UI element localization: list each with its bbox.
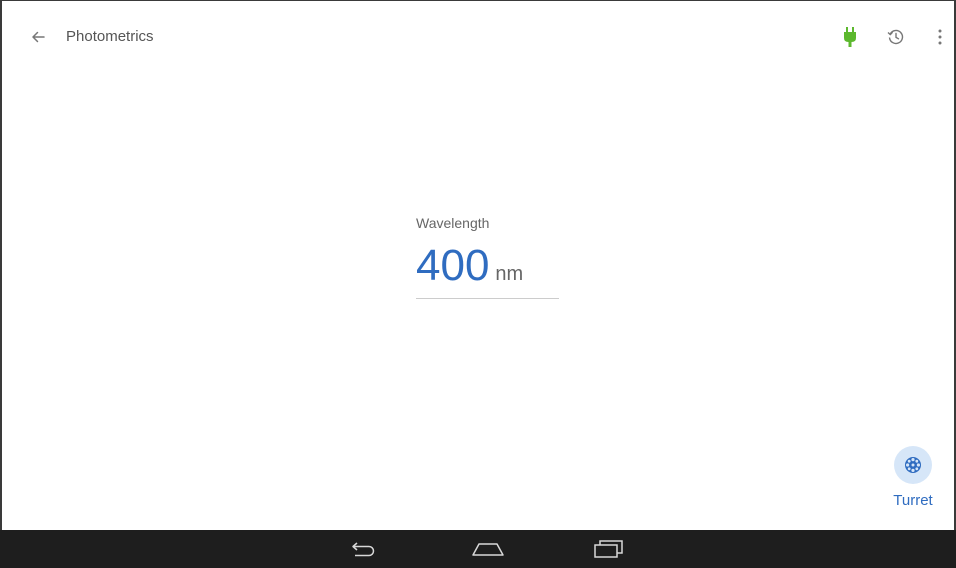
power-button[interactable]	[838, 23, 862, 51]
nav-recents-button[interactable]	[588, 536, 628, 562]
home-nav-icon	[472, 543, 504, 556]
power-plug-icon	[844, 27, 856, 47]
screen: Photometrics Wavelength 400 nm Turret	[0, 0, 956, 568]
arrow-left-icon	[32, 31, 45, 43]
back-nav-icon	[352, 542, 375, 557]
page-title: Photometrics	[66, 28, 154, 45]
wavelength-unit: nm	[495, 263, 524, 285]
turret-button[interactable]: Turret	[888, 446, 944, 516]
wavelength-field[interactable]: 400 nm	[416, 240, 523, 292]
wavelength-value[interactable]: 400	[416, 240, 489, 292]
history-button[interactable]	[883, 23, 909, 51]
turret-label[interactable]: Turret	[888, 492, 938, 509]
turret-icon-circle[interactable]	[894, 446, 932, 484]
frame-border-left	[0, 0, 2, 530]
system-nav-bar	[0, 530, 956, 568]
nav-home-button[interactable]	[468, 536, 508, 562]
turret-icon	[905, 457, 921, 473]
recents-nav-icon	[594, 540, 623, 558]
more-vert-icon	[938, 29, 942, 45]
app-bar: Photometrics	[2, 1, 954, 71]
wavelength-label: Wavelength	[416, 215, 490, 231]
nav-back-button[interactable]	[344, 536, 384, 562]
history-icon	[887, 29, 904, 45]
wavelength-field-underline	[416, 298, 559, 299]
overflow-menu-button[interactable]	[930, 23, 950, 51]
back-button[interactable]	[24, 23, 52, 51]
